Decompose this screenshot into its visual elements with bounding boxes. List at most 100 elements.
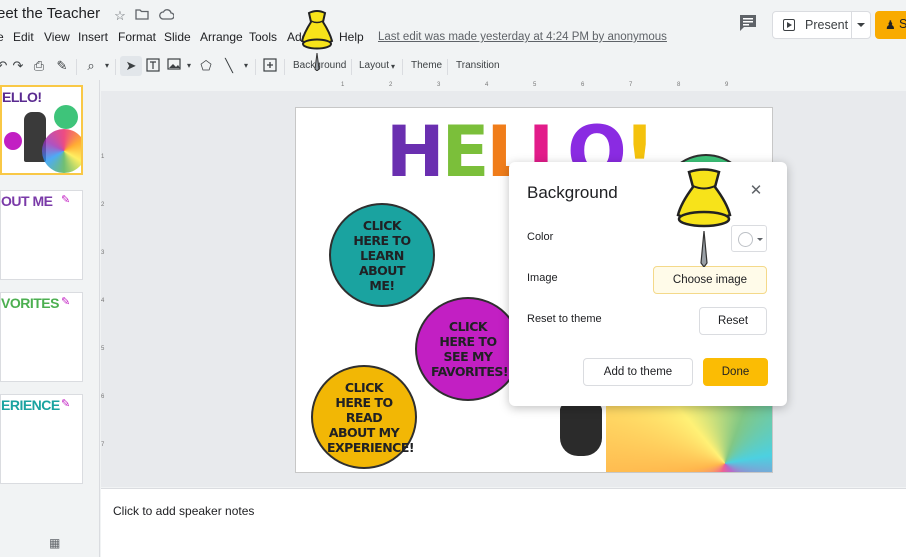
dialog-title: Background — [527, 183, 618, 202]
slide-thumbnail-2[interactable]: OUT ME ✎ — [0, 190, 83, 280]
image-dropdown-icon[interactable]: ▾ — [181, 58, 197, 74]
line-icon[interactable]: ╲ — [221, 58, 237, 74]
zoom-dropdown-icon[interactable]: ▾ — [99, 58, 115, 74]
share-button[interactable]: ♟ S — [875, 11, 906, 39]
menu-edit[interactable]: Edit — [13, 30, 34, 44]
close-icon[interactable]: ✕ — [747, 182, 765, 200]
menu-arrange[interactable]: Arrange — [200, 30, 243, 44]
pushpin-icon — [300, 10, 334, 71]
experience-circle[interactable]: CLICK HERE TO READ ABOUT MY EXPERIENCE! — [311, 365, 417, 469]
star-icon[interactable]: ☆ — [112, 8, 128, 24]
slide-thumbnail-4[interactable]: ERIENCE ✎ — [0, 394, 83, 484]
thumbnail-text: OUT ME — [1, 193, 53, 209]
share-label: S — [899, 17, 906, 31]
slide-thumbnail-1[interactable]: ELLO! — [0, 85, 83, 175]
ruler-tick: 1 — [341, 82, 345, 88]
hello-letter: E — [441, 111, 490, 193]
last-edit-link[interactable]: Last edit was made yesterday at 4:24 PM … — [378, 31, 667, 43]
grid-view-icon[interactable]: ▦ — [49, 536, 60, 550]
chevron-down-icon — [757, 238, 763, 241]
transition-button[interactable]: Transition — [456, 60, 500, 71]
circle-label: CLICK HERE TO READ ABOUT MY EXPERIENCE! — [327, 379, 415, 455]
zoom-icon[interactable]: ⌕ — [83, 58, 99, 74]
document-title[interactable]: eet the Teacher — [0, 5, 100, 22]
menu-format[interactable]: Format — [118, 30, 156, 44]
ruler-tick: 4 — [485, 82, 489, 88]
ruler-tick: 2 — [101, 202, 105, 208]
add-to-theme-button[interactable]: Add to theme — [583, 358, 693, 386]
image-label: Image — [527, 272, 558, 284]
ruler-tick: 1 — [101, 154, 105, 160]
menu-file[interactable]: e — [0, 30, 4, 44]
layout-dropdown-icon[interactable]: ▾ — [385, 59, 401, 75]
cloud-status-icon[interactable] — [158, 8, 175, 24]
done-button[interactable]: Done — [703, 358, 768, 386]
favorites-circle[interactable]: CLICK HERE TO SEE MY FAVORITES! — [415, 297, 521, 401]
thumbnail-clip-icon: ✎ — [61, 296, 71, 308]
menu-view[interactable]: View — [44, 30, 70, 44]
toolbar-divider — [115, 59, 116, 75]
thumbnail-circle — [54, 105, 78, 129]
ruler-tick: 6 — [581, 82, 585, 88]
theme-button[interactable]: Theme — [411, 60, 442, 71]
teacher-photo[interactable] — [560, 404, 602, 456]
ruler-tick: 4 — [101, 298, 105, 304]
toolbar-divider — [76, 59, 77, 75]
toolbar: ↶ ↷ ⎙ ✎ ⌕ ▾ ➤ ▾ ⬠ ╲ ▾ Background Layout … — [0, 53, 906, 79]
present-dropdown-icon[interactable] — [857, 23, 865, 27]
comments-icon[interactable] — [738, 14, 760, 34]
toolbar-divider — [284, 59, 285, 75]
ruler-tick: 3 — [437, 82, 441, 88]
redo-icon[interactable]: ↷ — [10, 58, 26, 74]
learn-about-me-circle[interactable]: CLICK HERE TO LEARN ABOUT ME! — [329, 203, 435, 307]
move-folder-icon[interactable] — [134, 8, 150, 24]
ruler-tick: 8 — [677, 82, 681, 88]
ruler-tick: 6 — [101, 394, 105, 400]
undo-icon[interactable]: ↶ — [0, 58, 10, 74]
reset-button[interactable]: Reset — [699, 307, 767, 335]
ruler-tick: 7 — [629, 82, 633, 88]
new-comment-icon[interactable] — [262, 58, 278, 74]
vertical-ruler: 1 2 3 4 5 6 7 — [101, 108, 110, 472]
toolbar-divider — [402, 59, 403, 75]
ruler-tick: 5 — [101, 346, 105, 352]
print-icon[interactable]: ⎙ — [31, 58, 47, 74]
color-picker-button[interactable] — [731, 225, 767, 252]
thumbnail-circle — [4, 132, 22, 150]
shape-icon[interactable]: ⬠ — [198, 58, 214, 74]
speaker-notes-placeholder: Click to add speaker notes — [113, 504, 255, 518]
ruler-tick: 2 — [389, 82, 393, 88]
thumbnail-text: ERIENCE — [1, 397, 60, 413]
circle-label: CLICK HERE TO LEARN ABOUT ME! — [353, 217, 411, 293]
toolbar-divider — [255, 59, 256, 75]
ruler-tick: 9 — [725, 82, 729, 88]
present-divider — [851, 12, 852, 38]
present-label: Present — [805, 18, 849, 32]
ruler-tick: 7 — [101, 442, 105, 448]
thumbnail-text: VORITES — [1, 295, 59, 311]
slide-thumbnail-3[interactable]: VORITES ✎ — [0, 292, 83, 382]
line-dropdown-icon[interactable]: ▾ — [238, 58, 254, 74]
menu-insert[interactable]: Insert — [78, 30, 108, 44]
thumbnail-tie-dye — [42, 129, 81, 173]
circle-label: CLICK HERE TO SEE MY FAVORITES! — [431, 319, 509, 379]
text-box-icon[interactable] — [145, 58, 161, 74]
ruler-tick: 5 — [533, 82, 537, 88]
choose-image-button[interactable]: Choose image — [653, 266, 767, 294]
image-icon[interactable] — [166, 58, 182, 74]
hello-letter: H — [386, 111, 445, 193]
present-button[interactable]: Present — [772, 11, 871, 39]
horizontal-ruler: 1 2 3 4 5 6 7 8 9 — [295, 82, 773, 91]
thumbnail-clip-icon: ✎ — [61, 398, 71, 410]
lock-person-icon: ♟ — [885, 18, 896, 32]
menu-tools[interactable]: Tools — [249, 30, 277, 44]
menu-help[interactable]: Help — [339, 30, 364, 44]
color-swatch — [738, 232, 753, 247]
menu-slide[interactable]: Slide — [164, 30, 191, 44]
select-cursor-icon[interactable]: ➤ — [123, 58, 139, 74]
paint-format-icon[interactable]: ✎ — [54, 58, 70, 74]
speaker-notes[interactable]: Click to add speaker notes — [101, 488, 906, 557]
toolbar-divider — [351, 59, 352, 75]
slide-filmstrip: ELLO! OUT ME ✎ VORITES ✎ ERIENCE ✎ ▦ — [0, 80, 100, 557]
thumbnail-clip-icon: ✎ — [61, 194, 71, 206]
